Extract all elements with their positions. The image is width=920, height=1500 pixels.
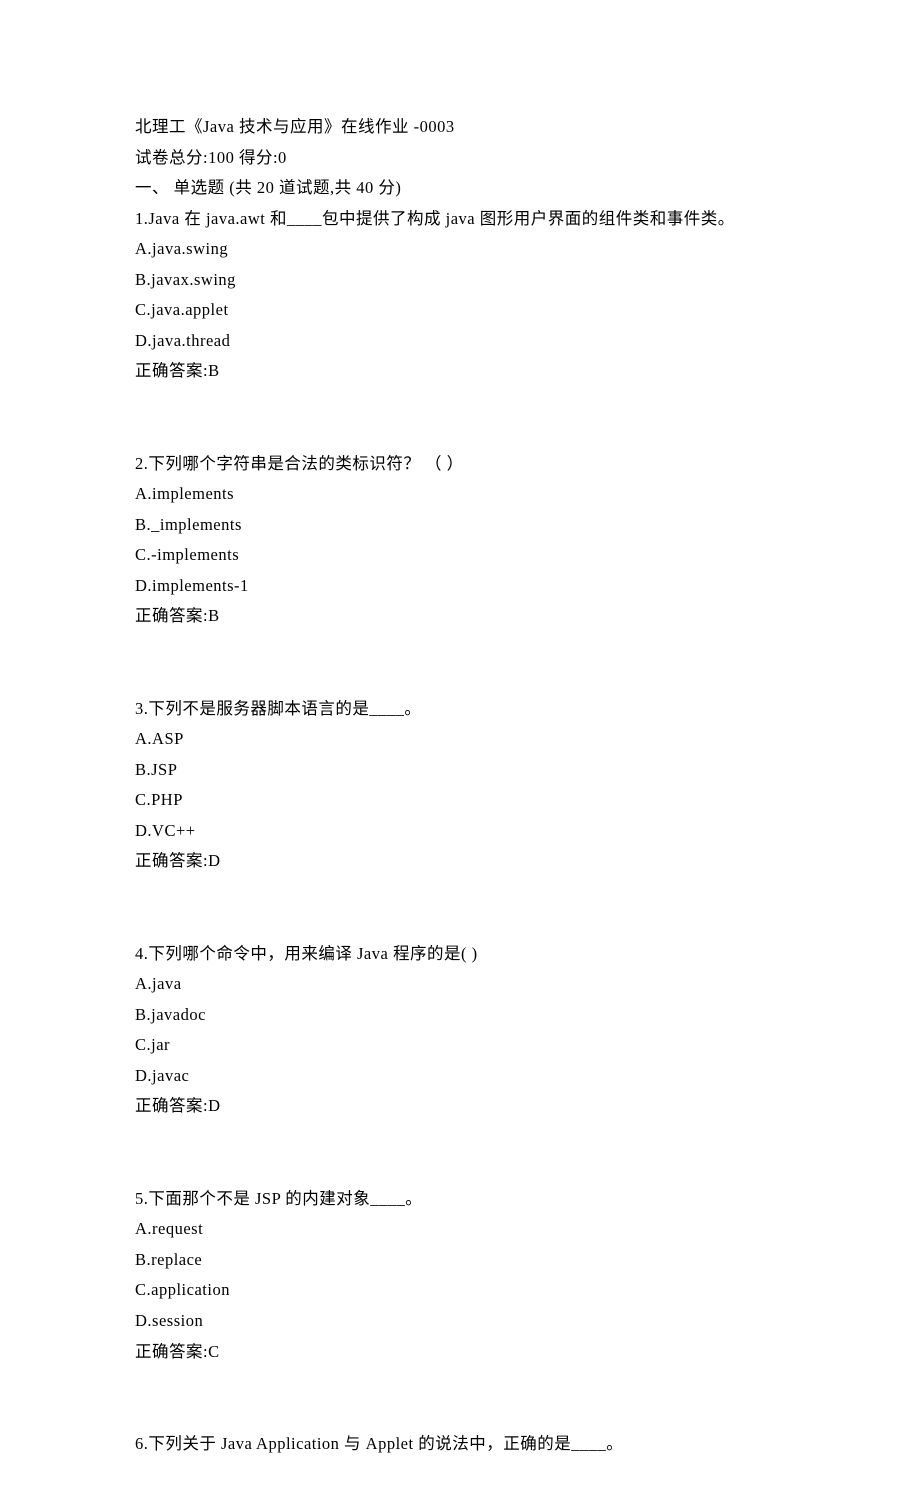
option: C.application — [135, 1275, 785, 1306]
section-header: 一、 单选题 (共 20 道试题,共 40 分) — [135, 173, 785, 204]
option: C.java.applet — [135, 295, 785, 326]
option: B.javax.swing — [135, 265, 785, 296]
doc-title: 北理工《Java 技术与应用》在线作业 -0003 — [135, 112, 785, 143]
option: A.request — [135, 1214, 785, 1245]
question-stem: 6.下列关于 Java Application 与 Applet 的说法中，正确… — [135, 1429, 785, 1460]
question-4: 4.下列哪个命令中，用来编译 Java 程序的是( ) A.java B.jav… — [135, 939, 785, 1122]
question-5: 5.下面那个不是 JSP 的内建对象____。 A.request B.repl… — [135, 1184, 785, 1367]
option: D.java.thread — [135, 326, 785, 357]
option: C.PHP — [135, 785, 785, 816]
option: D.session — [135, 1306, 785, 1337]
question-stem: 1.Java 在 java.awt 和____包中提供了构成 java 图形用户… — [135, 204, 785, 235]
answer: 正确答案:D — [135, 846, 785, 877]
page: 北理工《Java 技术与应用》在线作业 -0003 试卷总分:100 得分:0 … — [0, 0, 920, 1500]
answer: 正确答案:B — [135, 356, 785, 387]
option: D.implements-1 — [135, 571, 785, 602]
option: A.ASP — [135, 724, 785, 755]
answer: 正确答案:C — [135, 1337, 785, 1368]
option: D.javac — [135, 1061, 785, 1092]
answer: 正确答案:B — [135, 601, 785, 632]
option: B.replace — [135, 1245, 785, 1276]
option: B._implements — [135, 510, 785, 541]
option: A.java.swing — [135, 234, 785, 265]
question-1: 1.Java 在 java.awt 和____包中提供了构成 java 图形用户… — [135, 204, 785, 387]
score-line: 试卷总分:100 得分:0 — [135, 143, 785, 174]
option: C.jar — [135, 1030, 785, 1061]
question-stem: 2.下列哪个字符串是合法的类标识符？ （ ） — [135, 449, 785, 480]
question-3: 3.下列不是服务器脚本语言的是____。 A.ASP B.JSP C.PHP D… — [135, 694, 785, 877]
answer: 正确答案:D — [135, 1091, 785, 1122]
option: B.javadoc — [135, 1000, 785, 1031]
option: C.-implements — [135, 540, 785, 571]
question-stem: 5.下面那个不是 JSP 的内建对象____。 — [135, 1184, 785, 1215]
question-stem: 3.下列不是服务器脚本语言的是____。 — [135, 694, 785, 725]
question-6: 6.下列关于 Java Application 与 Applet 的说法中，正确… — [135, 1429, 785, 1460]
question-stem: 4.下列哪个命令中，用来编译 Java 程序的是( ) — [135, 939, 785, 970]
option: D.VC++ — [135, 816, 785, 847]
option: A.java — [135, 969, 785, 1000]
option: B.JSP — [135, 755, 785, 786]
option: A.implements — [135, 479, 785, 510]
question-2: 2.下列哪个字符串是合法的类标识符？ （ ） A.implements B._i… — [135, 449, 785, 632]
